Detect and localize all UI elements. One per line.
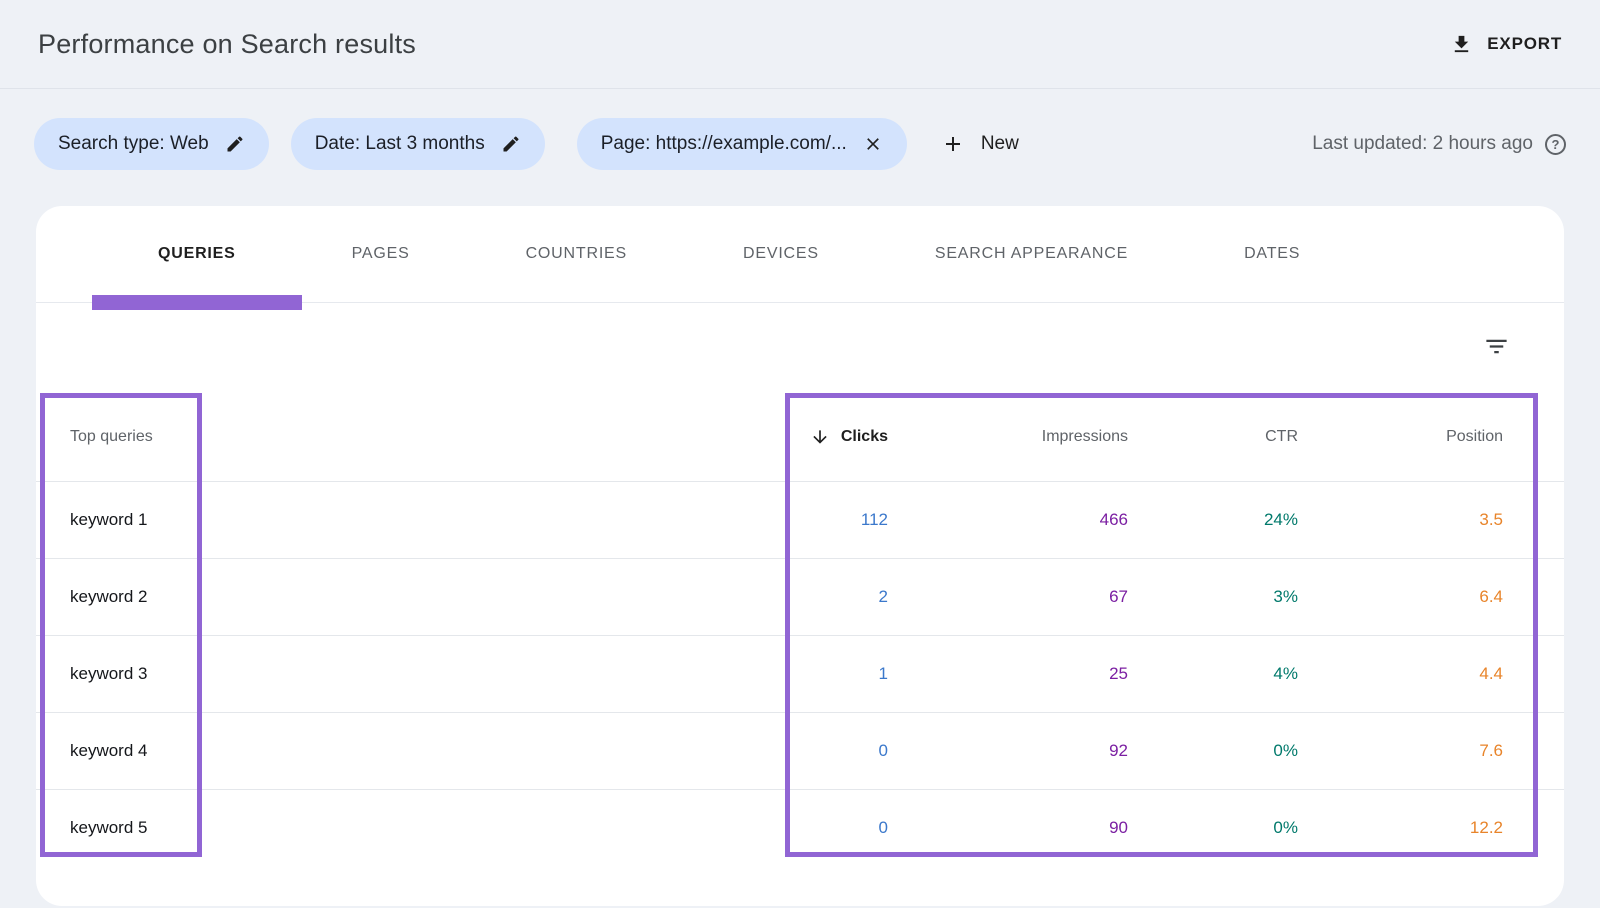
impressions-cell: 25	[888, 664, 1128, 684]
chip-label: Date: Last 3 months	[315, 133, 485, 155]
table-row[interactable]: keyword 3 1 25 4% 4.4	[36, 635, 1564, 712]
table-body: keyword 1 112 466 24% 3.5 keyword 2 2 67…	[36, 481, 1564, 866]
tab-bar: QUERIES PAGES COUNTRIES DEVICES SEARCH A…	[36, 206, 1564, 303]
query-cell: keyword 3	[36, 664, 718, 684]
tab-dates[interactable]: DATES	[1244, 206, 1300, 302]
clicks-cell: 112	[718, 510, 888, 530]
active-tab-highlight	[92, 295, 302, 310]
query-cell: keyword 4	[36, 741, 718, 761]
tab-label: DEVICES	[743, 245, 819, 263]
column-clicks[interactable]: Clicks	[718, 427, 888, 447]
query-cell: keyword 5	[36, 818, 718, 838]
clicks-cell: 0	[718, 741, 888, 761]
export-button[interactable]: EXPORT	[1450, 33, 1562, 56]
date-filter-chip[interactable]: Date: Last 3 months	[291, 118, 545, 170]
table-toolbar	[36, 303, 1564, 393]
column-position[interactable]: Position	[1298, 428, 1503, 446]
sort-desc-icon	[810, 427, 830, 447]
table-header-row: Top queries Clicks Impressions CTR Posit…	[36, 393, 1564, 481]
ctr-cell: 4%	[1128, 664, 1298, 684]
page-header: Performance on Search results EXPORT	[0, 0, 1600, 89]
page-filter-chip[interactable]: Page: https://example.com/...	[577, 118, 907, 170]
impressions-cell: 92	[888, 741, 1128, 761]
report-card: QUERIES PAGES COUNTRIES DEVICES SEARCH A…	[36, 206, 1564, 906]
help-icon[interactable]: ?	[1545, 134, 1566, 155]
clicks-cell: 2	[718, 587, 888, 607]
impressions-cell: 90	[888, 818, 1128, 838]
position-cell: 4.4	[1298, 664, 1503, 684]
column-ctr[interactable]: CTR	[1128, 428, 1298, 446]
query-cell: keyword 1	[36, 510, 718, 530]
impressions-cell: 466	[888, 510, 1128, 530]
chip-label: Page: https://example.com/...	[601, 133, 847, 155]
new-label: New	[981, 133, 1019, 155]
table-row[interactable]: keyword 1 112 466 24% 3.5	[36, 481, 1564, 558]
chip-label: Search type: Web	[58, 133, 209, 155]
close-icon[interactable]	[863, 134, 883, 154]
table-row[interactable]: keyword 5 0 90 0% 12.2	[36, 789, 1564, 866]
plus-icon	[941, 132, 965, 156]
page-title: Performance on Search results	[38, 29, 416, 60]
column-top-queries[interactable]: Top queries	[36, 428, 718, 446]
ctr-cell: 0%	[1128, 818, 1298, 838]
query-cell: keyword 2	[36, 587, 718, 607]
position-cell: 3.5	[1298, 510, 1503, 530]
clicks-cell: 1	[718, 664, 888, 684]
tab-label: DATES	[1244, 245, 1300, 263]
position-cell: 12.2	[1298, 818, 1503, 838]
new-filter-button[interactable]: New	[941, 132, 1019, 156]
tab-label: SEARCH APPEARANCE	[935, 245, 1128, 263]
tab-pages[interactable]: PAGES	[352, 206, 410, 302]
ctr-cell: 0%	[1128, 741, 1298, 761]
column-clicks-label: Clicks	[841, 428, 888, 446]
clicks-cell: 0	[718, 818, 888, 838]
table-row[interactable]: keyword 2 2 67 3% 6.4	[36, 558, 1564, 635]
tab-label: QUERIES	[158, 245, 236, 263]
last-updated-text: Last updated: 2 hours ago	[1312, 133, 1533, 155]
filters-bar: Search type: Web Date: Last 3 months Pag…	[0, 118, 1600, 170]
ctr-cell: 24%	[1128, 510, 1298, 530]
tab-label: COUNTRIES	[526, 245, 627, 263]
ctr-cell: 3%	[1128, 587, 1298, 607]
tab-label: PAGES	[352, 245, 410, 263]
download-icon	[1450, 33, 1473, 56]
table-row[interactable]: keyword 4 0 92 0% 7.6	[36, 712, 1564, 789]
queries-table: Top queries Clicks Impressions CTR Posit…	[36, 393, 1564, 866]
export-label: EXPORT	[1487, 34, 1562, 54]
filter-rows-button[interactable]	[1477, 327, 1516, 369]
tab-search-appearance[interactable]: SEARCH APPEARANCE	[935, 206, 1128, 302]
position-cell: 7.6	[1298, 741, 1503, 761]
search-type-chip[interactable]: Search type: Web	[34, 118, 269, 170]
tab-devices[interactable]: DEVICES	[743, 206, 819, 302]
last-updated: Last updated: 2 hours ago ?	[1312, 133, 1566, 155]
edit-icon[interactable]	[225, 134, 245, 154]
filter-icon	[1483, 333, 1510, 360]
position-cell: 6.4	[1298, 587, 1503, 607]
column-impressions[interactable]: Impressions	[888, 428, 1128, 446]
impressions-cell: 67	[888, 587, 1128, 607]
tab-countries[interactable]: COUNTRIES	[526, 206, 627, 302]
tab-queries[interactable]: QUERIES	[158, 206, 236, 302]
edit-icon[interactable]	[501, 134, 521, 154]
